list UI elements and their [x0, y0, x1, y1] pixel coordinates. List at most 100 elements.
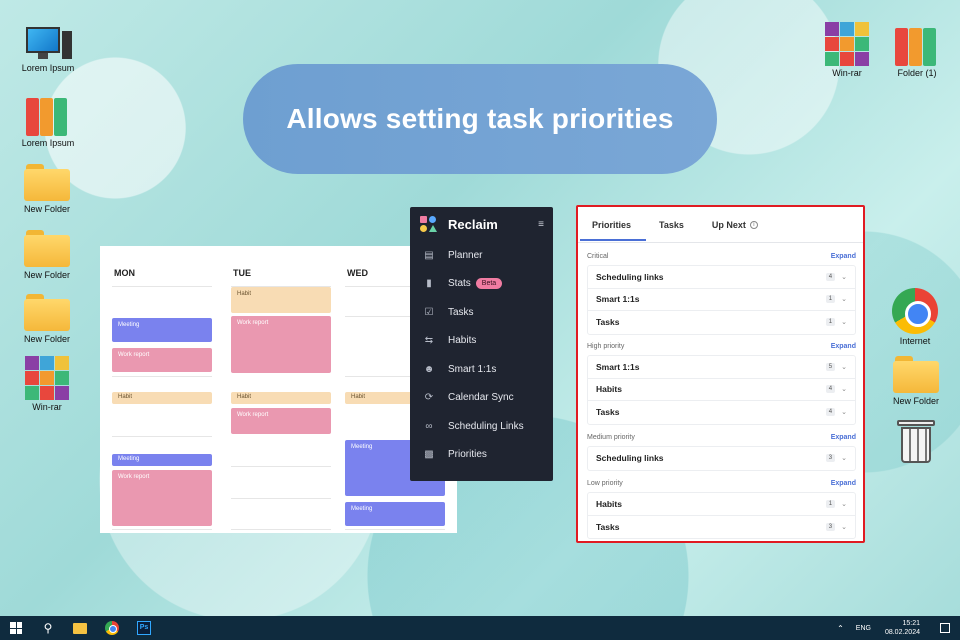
event-meeting[interactable]: Meeting [112, 454, 212, 466]
row-count: 3 [825, 454, 836, 463]
people-icon: ☻ [423, 363, 435, 375]
desktop-icon-label: Lorem Ipsum [21, 138, 75, 148]
sidebar-item-label: Stats [448, 278, 471, 290]
priority-row[interactable]: Tasks 1 ⌄ [588, 311, 855, 334]
priority-row[interactable]: Habits 4 ⌄ [588, 379, 855, 401]
expand-link[interactable]: Expand [831, 343, 856, 355]
sidebar-item-label: Habits [448, 335, 477, 347]
row-count: 4 [825, 272, 836, 281]
event-habit[interactable]: Habit [345, 392, 415, 404]
sidebar-header: Reclaim ≡ [410, 207, 553, 241]
binders-icon [895, 26, 939, 66]
row-label: Tasks [596, 317, 620, 328]
chevron-down-icon[interactable]: ⌄ [841, 318, 847, 326]
desktop-icon-internet[interactable]: Internet [880, 288, 950, 346]
event-habit[interactable]: Habit [231, 392, 331, 404]
sidebar-item-stats[interactable]: ▮ Stats Beta [410, 270, 553, 299]
row-label: Habits [596, 384, 622, 395]
sidebar-item-habits[interactable]: ⇆ Habits [410, 327, 553, 356]
priority-row[interactable]: Scheduling links 4 ⌄ [588, 266, 855, 289]
desktop-icon-label: New Folder [23, 334, 70, 344]
sidebar-item-label: Planner [448, 249, 483, 261]
desktop-icon-label: Lorem Ipsum [21, 63, 75, 73]
priority-row[interactable]: Smart 1:1s 1 ⌄ [588, 289, 855, 311]
taskbar-photoshop[interactable]: Ps [128, 616, 160, 640]
desktop-icon-folder-1[interactable]: New Folder [12, 164, 82, 214]
chrome-icon [105, 621, 119, 635]
binders-icon [26, 96, 70, 136]
search-button[interactable]: ⚲ [32, 616, 64, 640]
sidebar-item-label: Priorities [448, 449, 487, 461]
row-label: Scheduling links [596, 453, 664, 464]
event-habit[interactable]: Habit [112, 392, 212, 404]
desktop-icon-folder-3[interactable]: New Folder [12, 294, 82, 344]
collapse-sidebar-icon[interactable]: ≡ [538, 219, 544, 230]
windows-icon [10, 622, 22, 634]
chevron-down-icon[interactable]: ⌄ [841, 408, 847, 416]
expand-link[interactable]: Expand [831, 434, 856, 446]
priority-group-low: Low priority Expand Habits 1 ⌄ Tasks 3 ⌄ [587, 480, 856, 539]
tab-tasks[interactable]: Tasks [659, 220, 684, 230]
desktop-icon-winrar[interactable]: Win-rar [12, 356, 82, 412]
chevron-down-icon[interactable]: ⌄ [841, 273, 847, 281]
sidebar-item-label: Smart 1:1s [448, 363, 497, 375]
event-meeting[interactable]: Meeting [345, 502, 445, 526]
chevron-up-icon[interactable]: ⌃ [837, 624, 844, 633]
priority-group-high: High priority Expand Smart 1:1s 5 ⌄ Habits 4… [587, 343, 856, 425]
sidebar-item-label: Calendar Sync [448, 392, 514, 404]
desktop-icon-recycle-bin[interactable] [881, 418, 951, 464]
priority-row[interactable]: Tasks 3 ⌄ [588, 516, 855, 539]
taskbar-chrome[interactable] [96, 616, 128, 640]
sidebar-item-priorities[interactable]: ▩ Priorities [410, 441, 553, 470]
notification-icon[interactable] [940, 623, 950, 633]
signal-icon: ▩ [424, 449, 434, 461]
priority-row[interactable]: Smart 1:1s 5 ⌄ [588, 356, 855, 379]
row-label: Scheduling links [596, 271, 664, 282]
priority-row[interactable]: Tasks 4 ⌄ [588, 401, 855, 424]
sidebar-item-planner[interactable]: ▤ Planner [410, 241, 553, 270]
desktop-icon-label: New Folder [23, 204, 70, 214]
winrar-icon [825, 22, 869, 66]
desktop-icon-winrar-right[interactable]: Win-rar [812, 22, 882, 78]
chevron-down-icon[interactable]: ⌄ [841, 523, 847, 531]
expand-link[interactable]: Expand [831, 480, 856, 492]
desktop-icon-new-folder-right[interactable]: New Folder [881, 356, 951, 406]
day-header-tue: TUE [233, 268, 251, 278]
priority-row[interactable]: Scheduling links 3 ⌄ [588, 447, 855, 470]
desktop-icon-folder-1-binders[interactable]: Folder (1) [882, 26, 952, 78]
desktop-icon-folder-2[interactable]: New Folder [12, 230, 82, 280]
desktop-icon-binders[interactable]: Lorem Ipsum [13, 96, 83, 148]
event-work-report[interactable]: Work report [112, 470, 212, 526]
sidebar-item-calendar-sync[interactable]: ⟳ Calendar Sync [410, 384, 553, 413]
start-button[interactable] [0, 616, 32, 640]
tab-priorities[interactable]: Priorities [592, 220, 631, 230]
desktop-icon-computer[interactable]: Lorem Ipsum [13, 27, 83, 73]
desktop-icon-label: Win-rar [832, 68, 862, 78]
sidebar-item-scheduling-links[interactable]: ∞ Scheduling Links [410, 412, 553, 441]
event-work-report[interactable]: Work report [112, 348, 212, 372]
event-habit[interactable]: Habit [231, 287, 331, 313]
tab-up-next[interactable]: Up Next i [712, 220, 758, 230]
trash-icon [897, 418, 935, 464]
clock[interactable]: 15:21 08.02.2024 [885, 619, 920, 637]
row-label: Tasks [596, 521, 620, 532]
event-work-report[interactable]: Work report [231, 316, 331, 373]
event-work-report[interactable]: Work report [231, 408, 331, 434]
priorities-panel: Priorities Tasks Up Next i Critical Expand… [576, 205, 865, 543]
tab-label: Up Next [711, 219, 746, 230]
language-indicator[interactable]: ENG [856, 625, 871, 632]
priority-row[interactable]: Habits 1 ⌄ [588, 493, 855, 516]
chevron-down-icon[interactable]: ⌄ [841, 500, 847, 508]
event-meeting[interactable]: Meeting [112, 318, 212, 342]
taskbar-file-explorer[interactable] [64, 616, 96, 640]
expand-link[interactable]: Expand [831, 253, 856, 265]
chevron-down-icon[interactable]: ⌄ [841, 454, 847, 462]
sidebar-item-tasks[interactable]: ☑ Tasks [410, 298, 553, 327]
sidebar-item-smart-1-1s[interactable]: ☻ Smart 1:1s [410, 355, 553, 384]
chevron-down-icon[interactable]: ⌄ [841, 385, 847, 393]
chevron-down-icon[interactable]: ⌄ [841, 363, 847, 371]
banner-title: Allows setting task priorities [286, 103, 674, 134]
row-count: 1 [825, 499, 836, 508]
checkbox-icon: ☑ [424, 306, 434, 318]
chevron-down-icon[interactable]: ⌄ [841, 295, 847, 303]
